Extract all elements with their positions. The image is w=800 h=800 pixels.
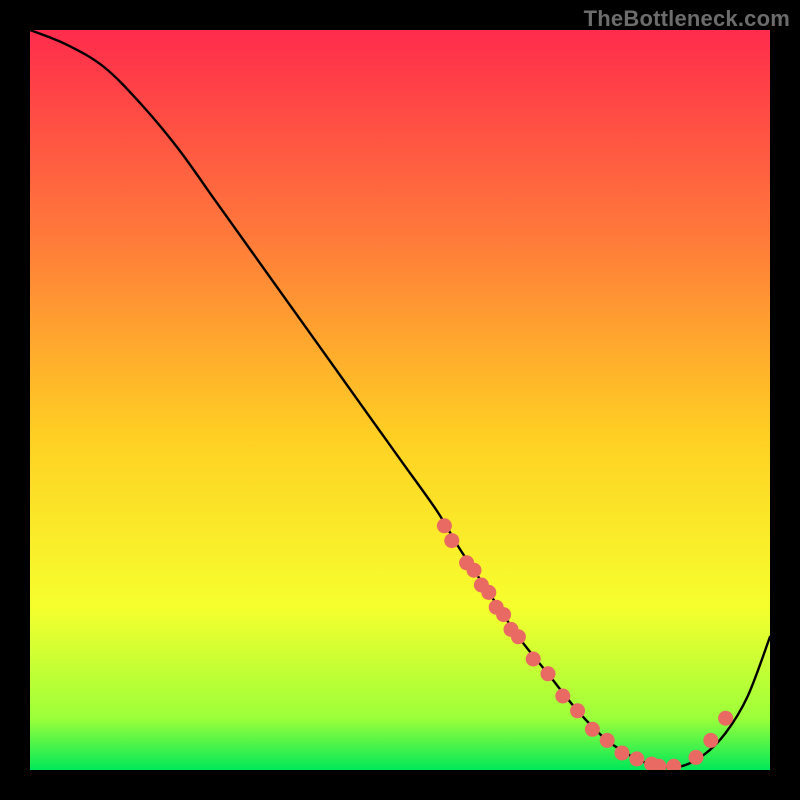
marker-point — [481, 585, 496, 600]
marker-point — [570, 703, 585, 718]
marker-point — [541, 666, 556, 681]
chart-svg — [30, 30, 770, 770]
marker-point — [555, 689, 570, 704]
marker-point — [526, 652, 541, 667]
marker-point — [615, 745, 630, 760]
marker-point — [629, 751, 644, 766]
marker-point — [703, 733, 718, 748]
marker-point — [585, 722, 600, 737]
watermark-text: TheBottleneck.com — [584, 6, 790, 32]
marker-point — [718, 711, 733, 726]
chart-container: TheBottleneck.com — [0, 0, 800, 800]
plot-area — [30, 30, 770, 770]
marker-point — [689, 750, 704, 765]
marker-point — [600, 733, 615, 748]
gradient-background — [30, 30, 770, 770]
marker-point — [437, 518, 452, 533]
marker-point — [467, 563, 482, 578]
marker-point — [444, 533, 459, 548]
marker-point — [496, 607, 511, 622]
marker-point — [511, 629, 526, 644]
